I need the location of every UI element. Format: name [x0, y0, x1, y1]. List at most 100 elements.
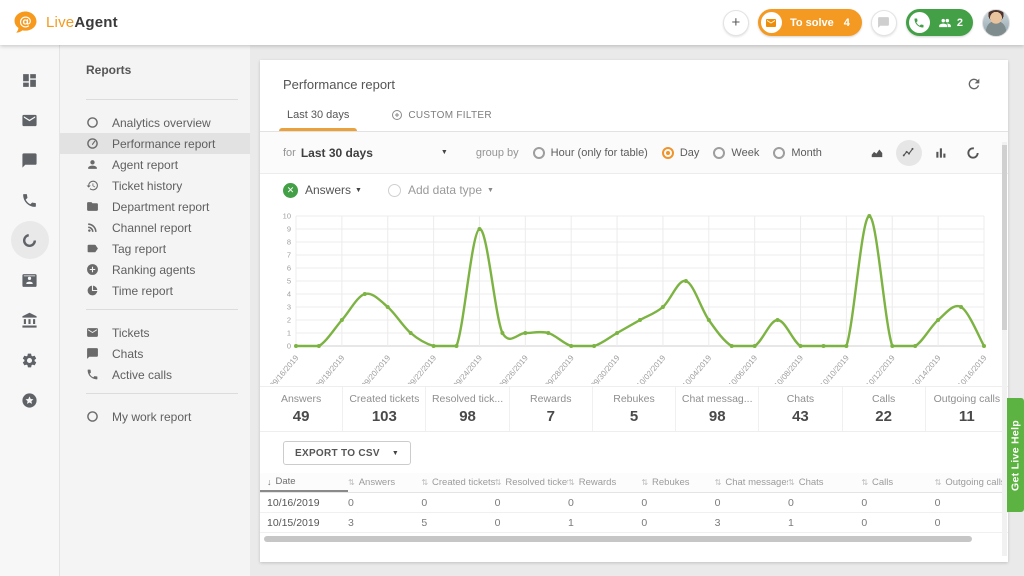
active-calls-button[interactable]: 2	[906, 9, 973, 36]
chevron-down-icon[interactable]: ▼	[355, 187, 362, 194]
chats-indicator-button[interactable]	[871, 10, 897, 36]
line-chart-button[interactable]	[896, 140, 922, 166]
sidebar-item-ticket-history[interactable]: Ticket history	[60, 175, 250, 196]
rail-item-phone[interactable]	[11, 181, 49, 219]
radio-label: Week	[731, 147, 759, 159]
radio-week[interactable]: Week	[713, 147, 759, 159]
page-title: Performance report	[283, 77, 395, 92]
sidebar-item-analytics-overview[interactable]: Analytics overview	[60, 112, 250, 133]
column-header-outgoing-calls[interactable]: ⇅ Outgoing calls	[935, 473, 1008, 492]
bar-chart-button[interactable]	[928, 140, 954, 166]
column-header-resolved-tickets[interactable]: ⇅ Resolved tickets	[495, 473, 568, 492]
column-header-chats[interactable]: ⇅ Chats	[788, 473, 861, 492]
rail-item-star-circle[interactable]	[11, 381, 49, 419]
radio-hour-only-for-table-[interactable]: Hour (only for table)	[533, 147, 648, 159]
sidebar-item-time-report[interactable]: Time report	[60, 280, 250, 301]
sidebar-item-label: Department report	[112, 200, 209, 214]
column-header-created-tickets[interactable]: ⇅ Created tickets	[421, 473, 494, 492]
contact-card-icon	[21, 272, 38, 289]
table-row[interactable]: 10/15/2019350103100	[260, 513, 1008, 533]
svg-text:09/24/2019: 09/24/2019	[451, 353, 484, 384]
svg-text:09/28/2019: 09/28/2019	[543, 353, 576, 384]
column-header-chat-messages[interactable]: ⇅ Chat messages	[715, 473, 788, 492]
stat-value: 103	[372, 408, 397, 425]
add-data-type-chip[interactable]: Add data type ▼	[388, 183, 494, 197]
radio-icon	[773, 147, 785, 159]
tab-last-30-days[interactable]: Last 30 days	[283, 109, 353, 131]
rail-item-mail[interactable]	[11, 101, 49, 139]
phone-icon	[21, 192, 38, 209]
radio-icon	[713, 147, 725, 159]
phone-badge	[909, 12, 930, 33]
horizontal-scrollbar	[264, 536, 986, 542]
table-row[interactable]: 10/16/2019000000000	[260, 493, 1008, 513]
remove-series-icon[interactable]: ✕	[283, 183, 298, 198]
rail-item-gear[interactable]	[11, 341, 49, 379]
column-header-rebukes[interactable]: ⇅ Rebukes	[641, 473, 714, 492]
sidebar-item-performance-report[interactable]: Performance report	[60, 133, 250, 154]
summary-stats-row: Answers 49 Created tickets 103 Resolved …	[260, 386, 1008, 432]
history-icon	[86, 179, 99, 192]
sidebar-item-agent-report[interactable]: Agent report	[60, 154, 250, 175]
svg-text:10/04/2019: 10/04/2019	[681, 353, 714, 384]
radio-label: Day	[680, 147, 700, 159]
svg-text:4: 4	[287, 290, 291, 299]
mail-icon	[21, 112, 38, 129]
sidebar-item-label: Tickets	[112, 326, 150, 340]
phone-icon	[86, 368, 99, 381]
chevron-down-icon[interactable]: ▼	[487, 187, 494, 194]
svg-text:10/14/2019: 10/14/2019	[910, 353, 943, 384]
sidebar-item-label: Ranking agents	[112, 263, 195, 277]
sidebar-title: Reports	[60, 63, 250, 91]
sidebar-item-label: Agent report	[112, 158, 178, 172]
get-live-help-button[interactable]: Get Live Help	[1007, 398, 1024, 512]
sidebar-item-ranking-agents[interactable]: Ranking agents	[60, 259, 250, 280]
sidebar-item-my-work-report[interactable]: My work report	[60, 406, 250, 427]
horizontal-scrollbar-thumb[interactable]	[264, 536, 972, 542]
rail-item-contact-card[interactable]	[11, 261, 49, 299]
to-solve-button[interactable]: To solve 4	[758, 9, 862, 36]
table-cell: 10/16/2019	[260, 497, 348, 509]
rail-item-dashboard[interactable]	[11, 61, 49, 99]
svg-text:@: @	[19, 13, 32, 28]
chevron-down-icon[interactable]: ▼	[441, 149, 448, 156]
sidebar-item-label: Analytics overview	[112, 116, 211, 130]
tab-custom-filter[interactable]: CUSTOM FILTER	[387, 109, 496, 131]
svg-text:10/08/2019: 10/08/2019	[772, 353, 805, 384]
rail-item-bank[interactable]	[11, 301, 49, 339]
series-answers-chip[interactable]: ✕ Answers ▼	[283, 183, 362, 198]
sidebar-item-chats[interactable]: Chats	[60, 343, 250, 364]
vertical-scrollbar-thumb[interactable]	[1002, 145, 1007, 330]
export-label: EXPORT TO CSV	[295, 448, 380, 459]
rail-item-chat[interactable]	[11, 141, 49, 179]
area-chart-button[interactable]	[864, 140, 890, 166]
gauge-icon	[86, 137, 99, 150]
refresh-icon[interactable]	[966, 76, 982, 92]
sidebar-item-tag-report[interactable]: Tag report	[60, 238, 250, 259]
export-to-csv-button[interactable]: EXPORT TO CSV ▼	[283, 441, 411, 465]
liveagent-logo[interactable]: @ LiveAgent	[12, 9, 118, 36]
donut-chart-button[interactable]	[960, 140, 986, 166]
sidebar-item-department-report[interactable]: Department report	[60, 196, 250, 217]
sidebar-item-label: Tag report	[112, 242, 166, 256]
add-new-button[interactable]: +	[723, 10, 749, 36]
column-header-calls[interactable]: ⇅ Calls	[861, 473, 934, 492]
main-content: Performance report Last 30 days CUSTOM F…	[250, 45, 1024, 576]
stat-value: 5	[630, 408, 638, 425]
sidebar-item-tickets[interactable]: Tickets	[60, 322, 250, 343]
radio-day[interactable]: Day	[662, 147, 700, 159]
radio-month[interactable]: Month	[773, 147, 822, 159]
stat-label: Rewards	[530, 393, 571, 405]
table-cell: 3	[715, 517, 788, 529]
column-header-rewards[interactable]: ⇅ Rewards	[568, 473, 641, 492]
column-header-date[interactable]: ↓ Date	[260, 473, 348, 492]
rail-item-reports-donut[interactable]	[11, 221, 49, 259]
date-range-dropdown[interactable]: Last 30 days	[301, 146, 373, 160]
sidebar-item-active-calls[interactable]: Active calls	[60, 364, 250, 385]
column-header-answers[interactable]: ⇅ Answers	[348, 473, 421, 492]
stat-created-tickets: Created tickets 103	[342, 387, 425, 431]
sidebar-item-channel-report[interactable]: Channel report	[60, 217, 250, 238]
user-avatar[interactable]	[982, 9, 1010, 37]
column-label: Date	[276, 476, 296, 487]
sidebar-item-label: Performance report	[112, 137, 215, 151]
